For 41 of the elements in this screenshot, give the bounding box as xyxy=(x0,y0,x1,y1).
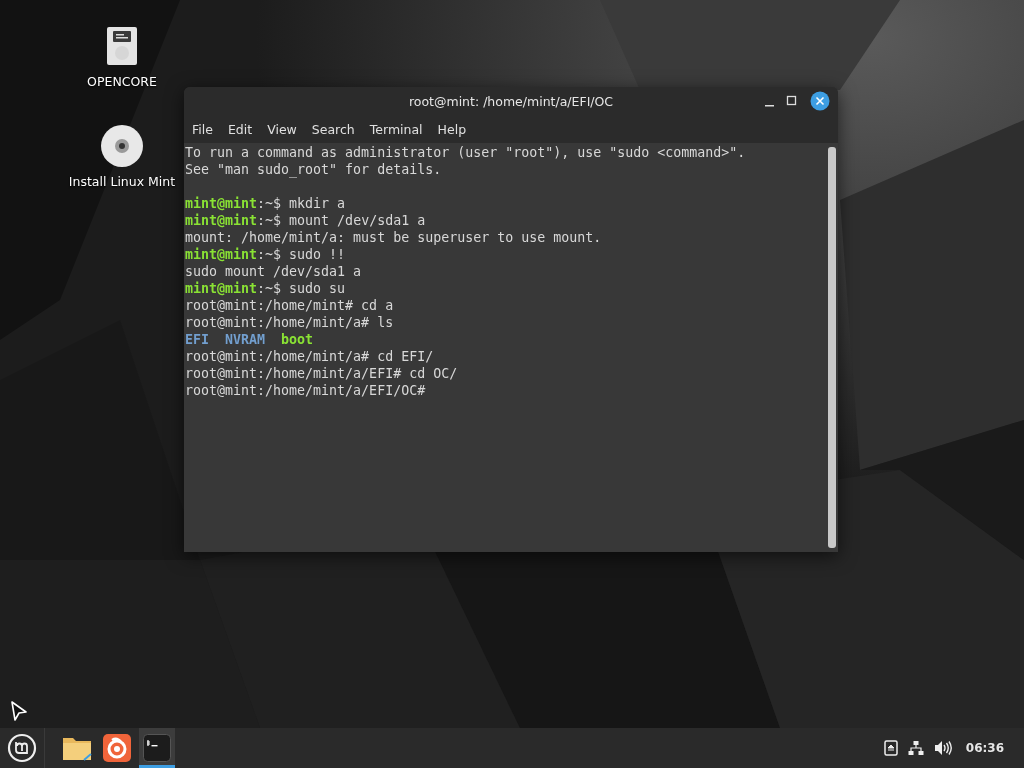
menu-item[interactable]: Edit xyxy=(221,117,259,141)
terminal-line: mint@mint:~$ sudo !! xyxy=(185,246,347,263)
terminal-line: root@mint:/home/mint/a# cd EFI/ xyxy=(185,348,435,365)
terminal-icon xyxy=(143,734,171,762)
logo xyxy=(7,733,37,763)
menu-item[interactable]: File xyxy=(186,117,219,141)
terminal-line: EFI NVRAM boot xyxy=(185,331,315,348)
drive-icon[interactable] xyxy=(106,26,138,66)
taskbar-app[interactable] xyxy=(139,728,175,768)
terminal-line: mint@mint:~$ sudo su xyxy=(185,280,347,297)
maximize-button[interactable] xyxy=(786,95,798,107)
volume-icon[interactable] xyxy=(933,740,952,756)
terminal-line: root@mint:/home/mint# cd a xyxy=(185,297,395,314)
menu-item[interactable]: View xyxy=(261,117,303,141)
terminal-line: sudo mount /dev/sda1 a xyxy=(185,263,363,280)
terminal-line: root@mint:/home/mint/a/EFI/OC# xyxy=(185,382,427,399)
pointer-icon xyxy=(10,700,28,722)
disc-icon[interactable] xyxy=(100,124,144,168)
terminal-line: To run a command as administrator (user "root"), use "sudo <command>". xyxy=(185,144,747,161)
close-button[interactable] xyxy=(810,91,830,111)
browser-icon xyxy=(103,734,131,762)
terminal-line: root@mint:/home/mint/a# ls xyxy=(185,314,395,331)
menu-item[interactable]: Search xyxy=(305,117,361,141)
terminal-line: mint@mint:~$ mount /dev/sda1 a xyxy=(185,212,427,229)
eject-icon[interactable] xyxy=(883,740,898,756)
menu-item[interactable]: Terminal xyxy=(363,117,429,141)
folder-icon xyxy=(62,735,92,761)
terminal-line: mint@mint:~$ mkdir a xyxy=(185,195,347,212)
terminal-line: root@mint:/home/mint/a/EFI# cd OC/ xyxy=(185,365,459,382)
network-icon[interactable] xyxy=(907,740,924,756)
icon-label: OPENCORE xyxy=(87,74,157,89)
menu-item[interactable]: Help xyxy=(431,117,473,141)
clock[interactable]: 06:36 xyxy=(965,741,1004,755)
minimize-icon xyxy=(765,104,774,107)
icon-label: Install Linux Mint xyxy=(68,174,176,189)
menu-button[interactable] xyxy=(7,733,37,763)
close-icon xyxy=(810,91,830,111)
terminal-line: mount: /home/mint/a: must be superuser to use mount. xyxy=(185,229,603,246)
terminal-line: See "man sudo_root" for details. xyxy=(185,161,443,178)
maximize-icon xyxy=(786,95,798,107)
window-title: root@mint: /home/mint/a/EFI/OC xyxy=(408,93,614,109)
